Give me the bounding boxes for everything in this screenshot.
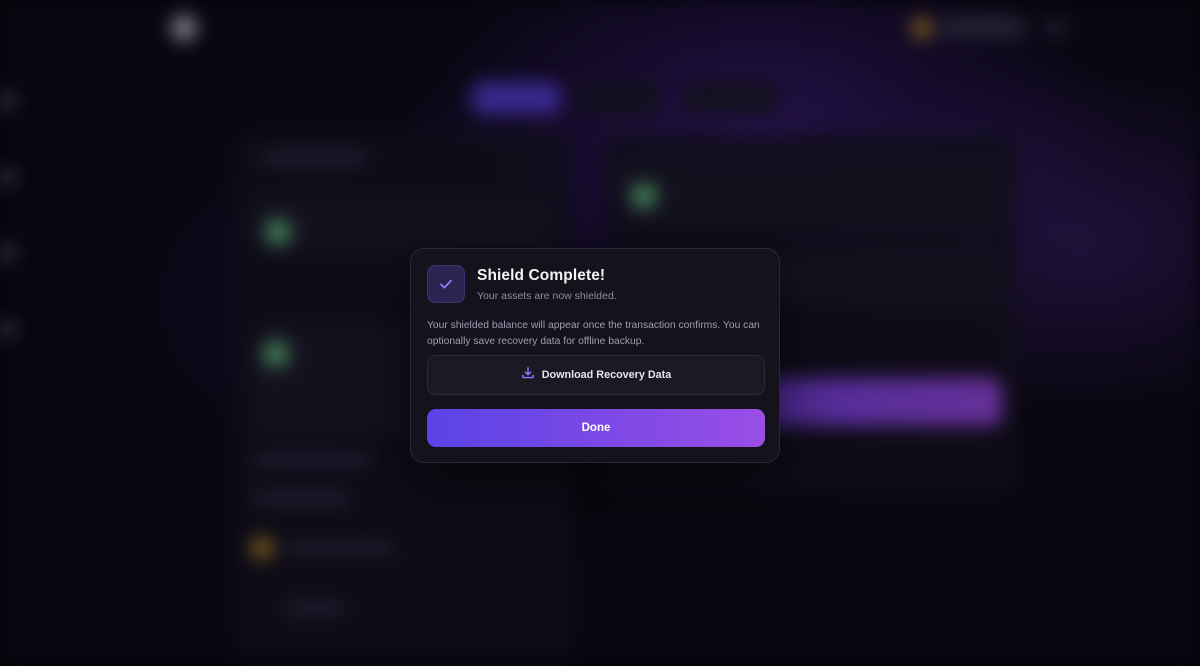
dialog-title: Shield Complete! — [477, 267, 606, 284]
download-button-label: Download Recovery Data — [541, 369, 672, 381]
checkmark-icon — [427, 265, 465, 303]
done-button[interactable]: Done — [427, 409, 765, 447]
dialog-subtitle: Your assets are now shielded. — [477, 290, 617, 302]
download-recovery-data-button[interactable]: Download Recovery Data — [427, 355, 765, 395]
checkmark-glyph — [440, 279, 452, 289]
download-icon — [521, 366, 535, 385]
done-button-label: Done — [581, 422, 611, 434]
app-screen: Shield Complete! Your assets are now shi… — [0, 0, 1200, 666]
dialog-body-text: Your shielded balance will appear once t… — [427, 320, 760, 347]
shield-complete-dialog: Shield Complete! Your assets are now shi… — [410, 248, 780, 463]
